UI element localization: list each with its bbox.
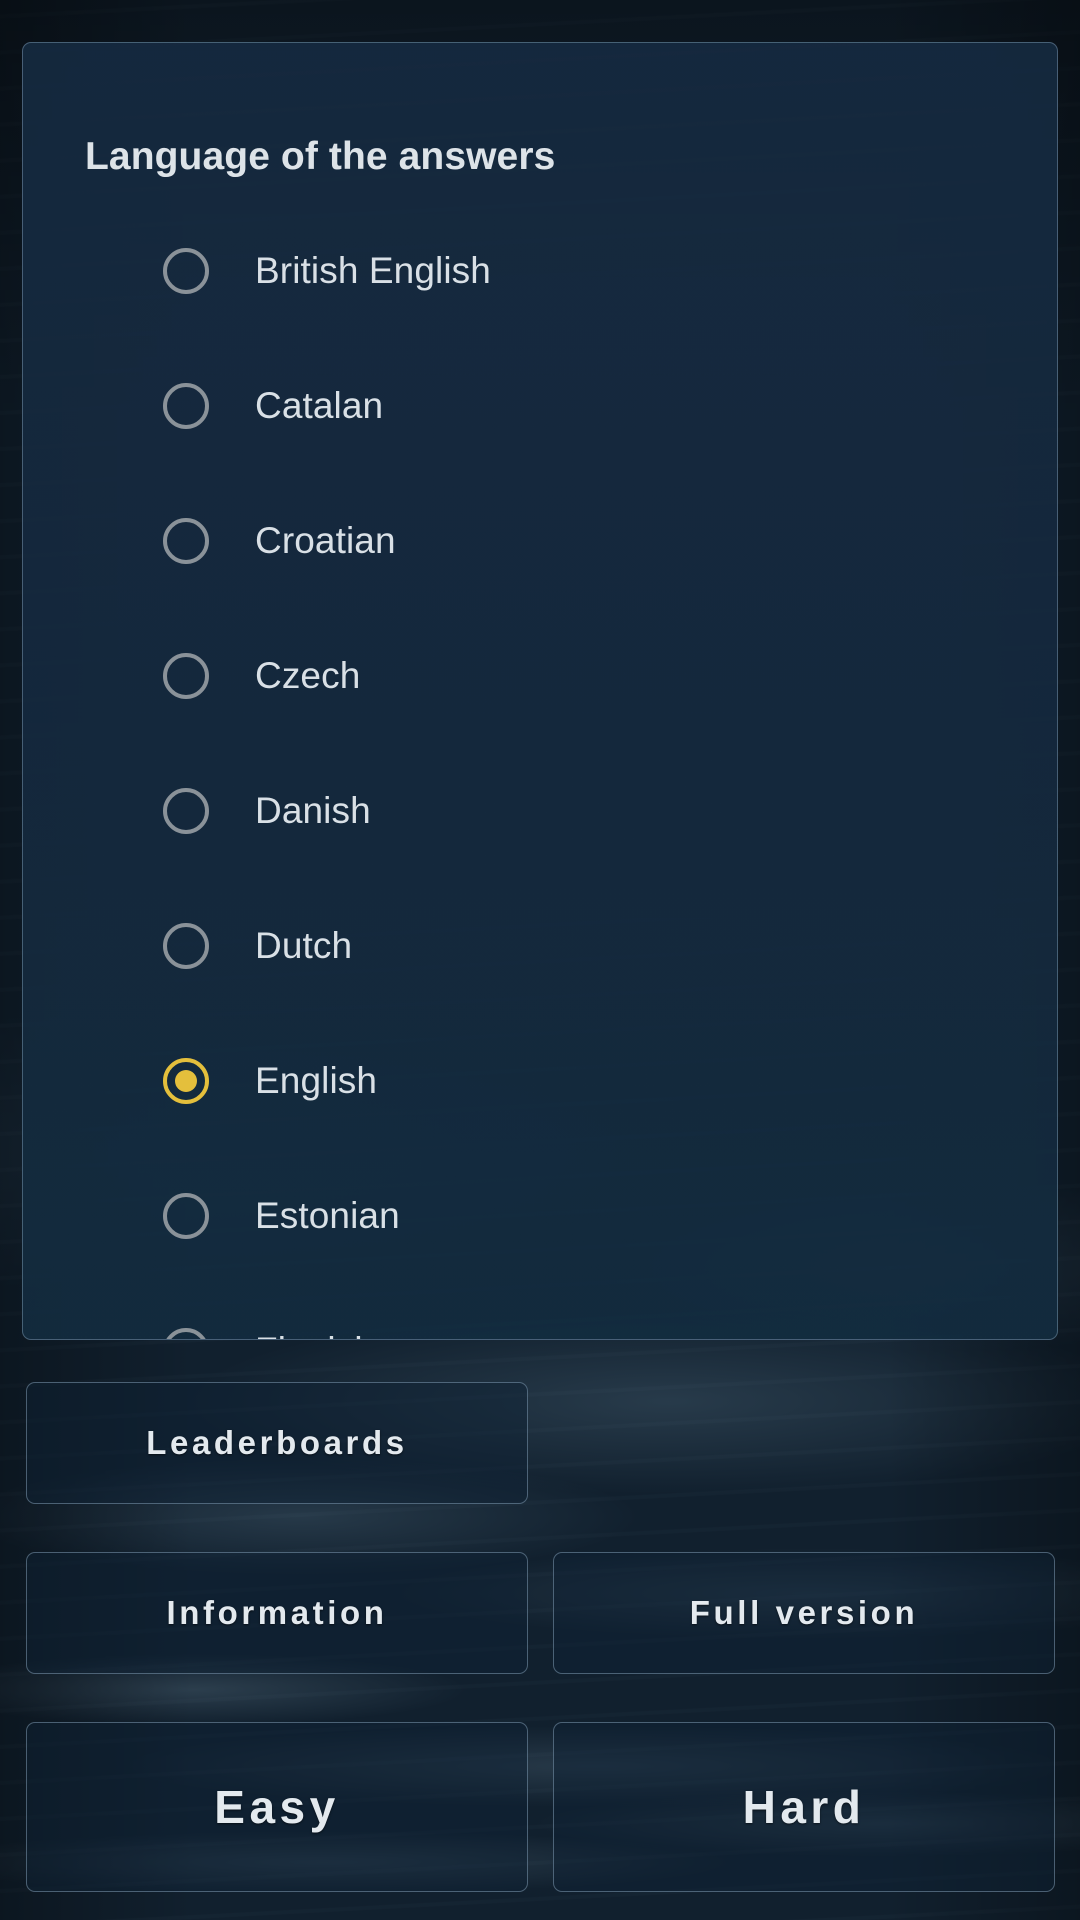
full-version-button[interactable]: Full version bbox=[553, 1552, 1055, 1674]
information-button-label: Information bbox=[166, 1594, 388, 1631]
leaderboards-button[interactable]: Leaderboards bbox=[26, 1382, 528, 1504]
language-option-label: English bbox=[255, 1059, 378, 1101]
language-option-label: Finnish bbox=[255, 1330, 375, 1340]
radio-unselected-icon[interactable] bbox=[163, 787, 209, 834]
radio-unselected-icon[interactable] bbox=[163, 652, 209, 699]
radio-unselected-icon[interactable] bbox=[163, 1192, 209, 1239]
language-option-label: Danish bbox=[255, 789, 371, 831]
language-option-label: Czech bbox=[255, 654, 361, 696]
radio-selected-icon[interactable] bbox=[163, 1057, 209, 1104]
radio-unselected-icon[interactable] bbox=[163, 517, 209, 564]
language-option-danish[interactable]: Danish bbox=[23, 743, 1057, 878]
radio-unselected-icon[interactable] bbox=[163, 922, 209, 969]
easy-difficulty-button[interactable]: Easy bbox=[26, 1722, 528, 1892]
language-option-english[interactable]: English bbox=[23, 1013, 1057, 1148]
language-option-finnish[interactable]: Finnish bbox=[23, 1283, 1057, 1340]
radio-unselected-icon[interactable] bbox=[163, 1327, 209, 1339]
language-option-label: British English bbox=[255, 249, 491, 291]
dialog-title: Language of the answers bbox=[85, 135, 556, 178]
language-option-label: Croatian bbox=[255, 519, 396, 561]
language-option-dutch[interactable]: Dutch bbox=[23, 878, 1057, 1013]
leaderboards-button-label: Leaderboards bbox=[146, 1424, 408, 1461]
language-option-catalan[interactable]: Catalan bbox=[23, 338, 1057, 473]
radio-unselected-icon[interactable] bbox=[163, 382, 209, 429]
hard-difficulty-button[interactable]: Hard bbox=[553, 1722, 1055, 1892]
language-option-estonian[interactable]: Estonian bbox=[23, 1148, 1057, 1283]
radio-unselected-icon[interactable] bbox=[163, 247, 209, 294]
language-option-label: Dutch bbox=[255, 924, 353, 966]
easy-button-label: Easy bbox=[214, 1781, 340, 1833]
language-options-list[interactable]: British English Catalan Croatian Czech Danis… bbox=[23, 203, 1057, 1339]
hard-button-label: Hard bbox=[742, 1781, 866, 1833]
language-option-label: Catalan bbox=[255, 384, 384, 426]
full-version-button-label: Full version bbox=[689, 1594, 919, 1631]
language-option-label: Estonian bbox=[255, 1194, 400, 1236]
language-option-croatian[interactable]: Croatian bbox=[23, 473, 1057, 608]
language-selection-dialog: Language of the answers British English C… bbox=[22, 42, 1058, 1340]
language-option-british-english[interactable]: British English bbox=[23, 203, 1057, 338]
information-button[interactable]: Information bbox=[26, 1552, 528, 1674]
language-option-czech[interactable]: Czech bbox=[23, 608, 1057, 743]
